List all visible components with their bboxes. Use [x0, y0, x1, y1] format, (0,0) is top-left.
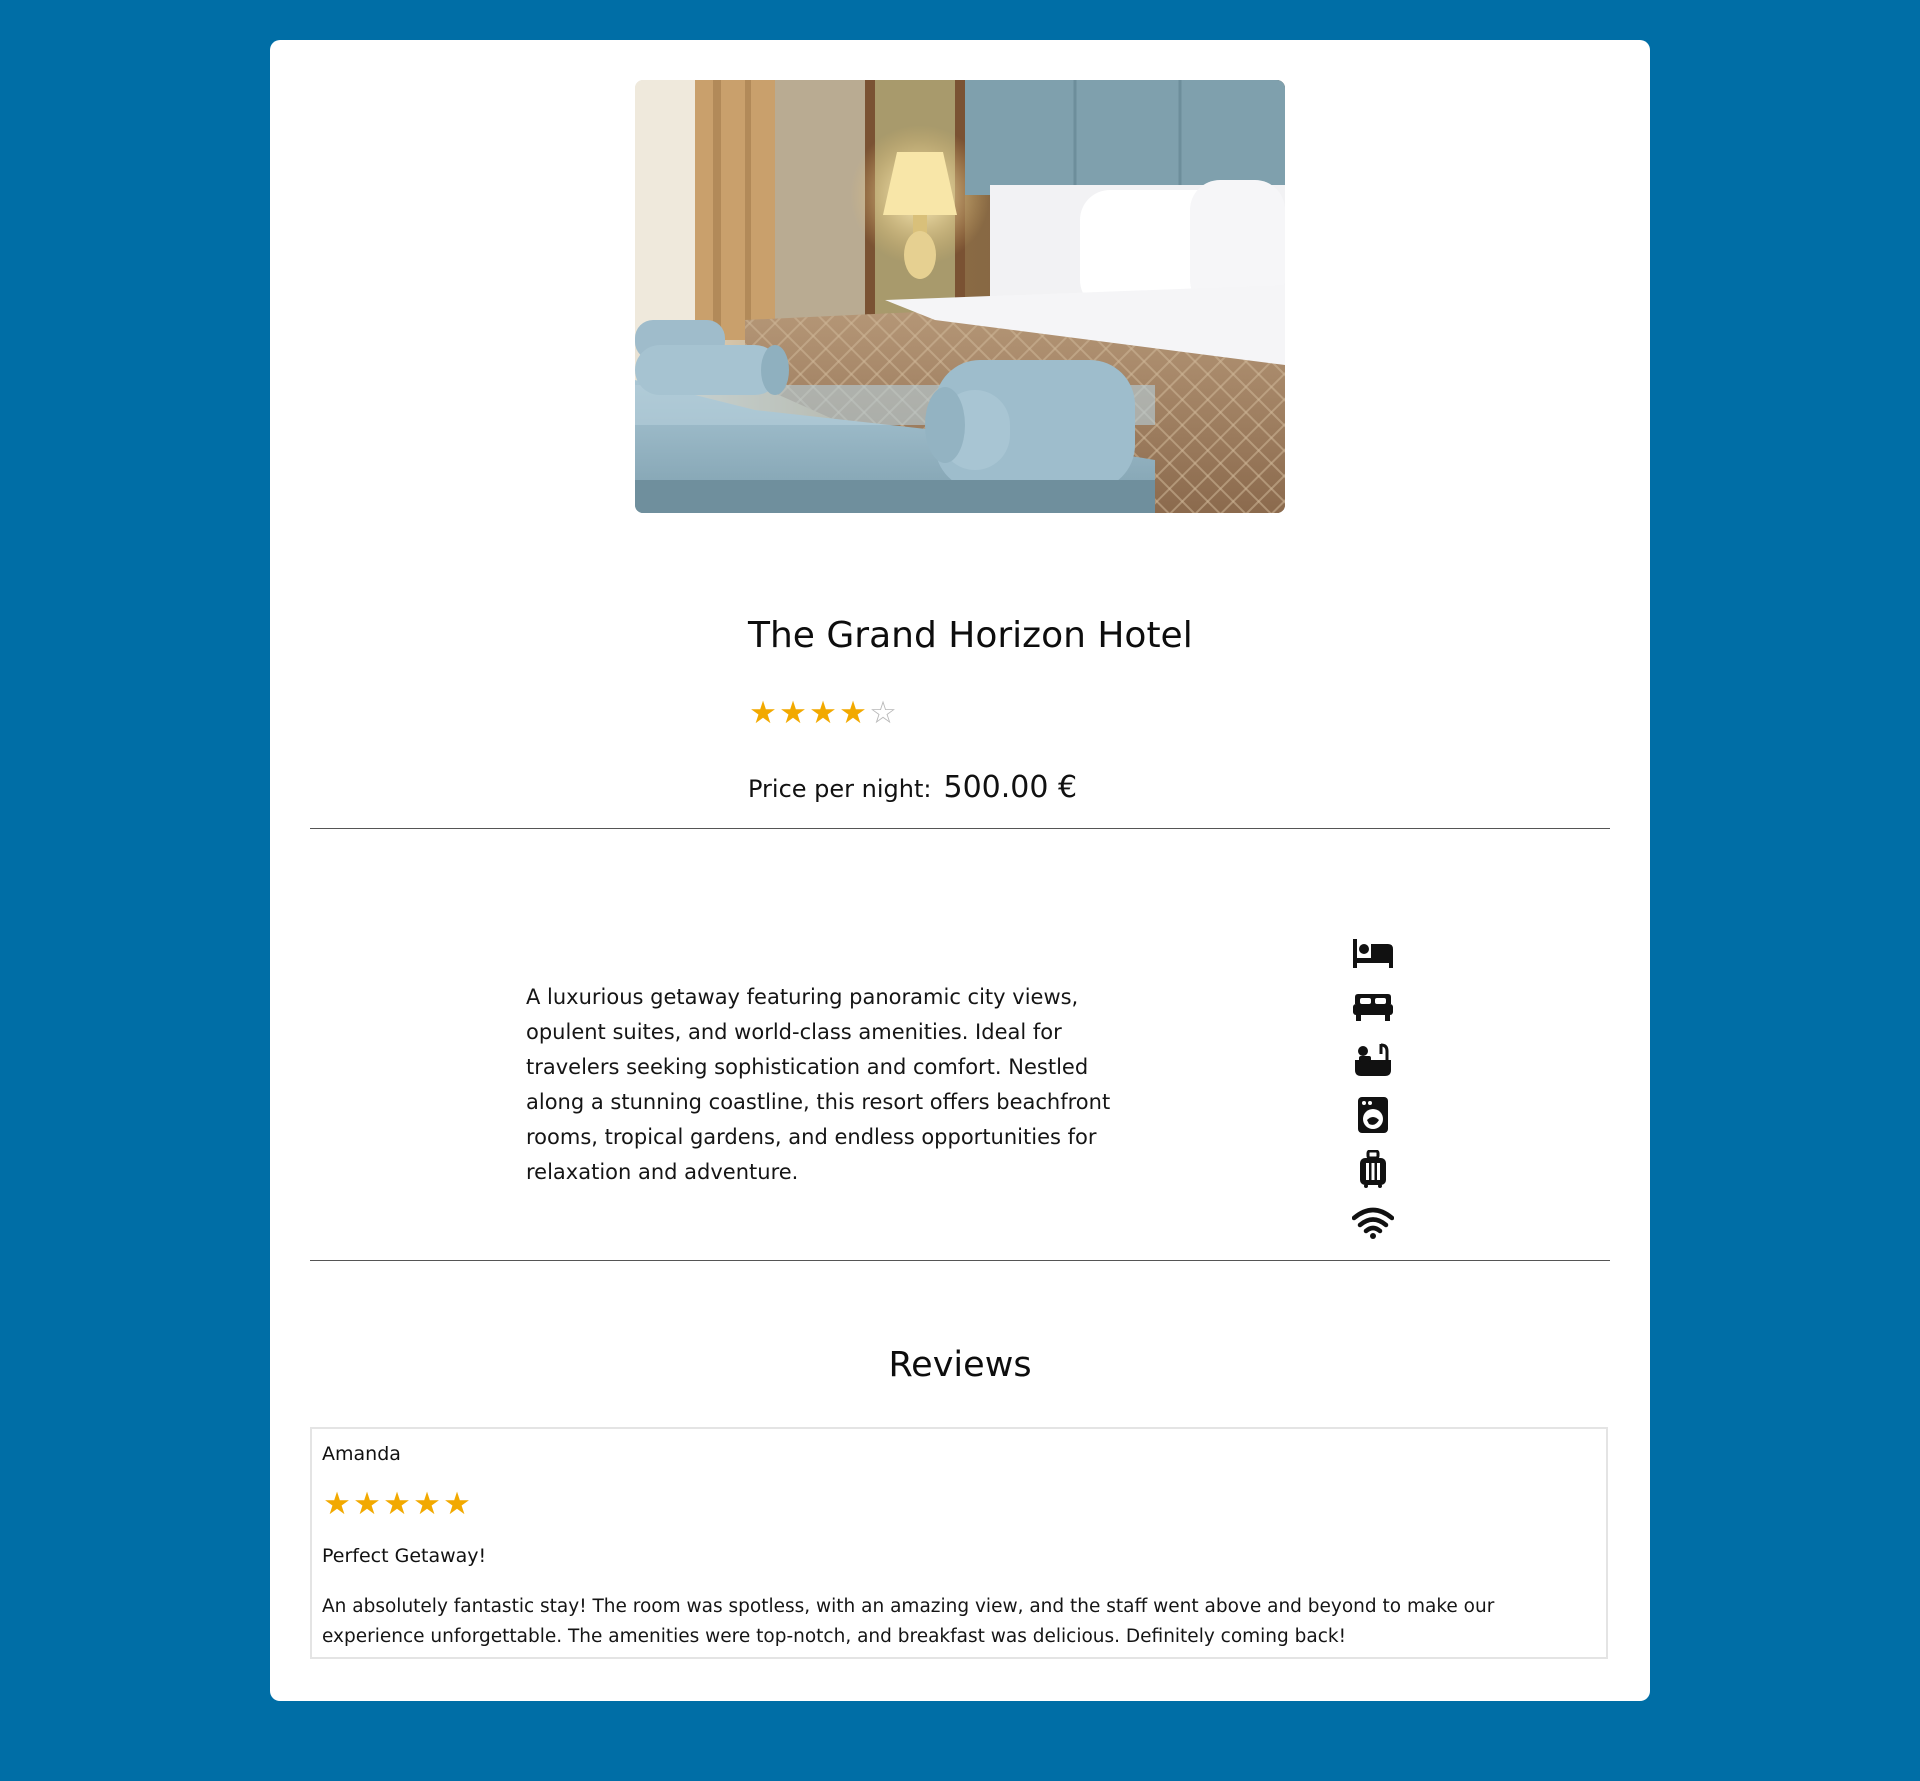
- washing-machine-icon: [1350, 1092, 1396, 1138]
- bathtub-icon: [1350, 1038, 1396, 1084]
- hotel-name: The Grand Horizon Hotel: [748, 615, 1193, 656]
- review-author: Amanda: [322, 1443, 401, 1465]
- price-row: Price per night: 500.00 €: [748, 770, 1077, 805]
- star-filled-icon: ★: [413, 1486, 441, 1522]
- star-filled-icon: ★: [839, 695, 867, 731]
- price-value: 500.00 €: [943, 770, 1078, 805]
- review-rating: ★ ★ ★ ★ ★: [322, 1489, 472, 1520]
- double-bed-icon: [1350, 984, 1396, 1030]
- star-filled-icon: ★: [383, 1486, 411, 1522]
- wifi-icon: [1350, 1200, 1396, 1246]
- hotel-description: A luxurious getaway featuring panoramic …: [526, 985, 1111, 1184]
- single-bed-icon: [1350, 930, 1396, 976]
- star-filled-icon: ★: [779, 695, 807, 731]
- section-divider: [310, 1260, 1610, 1261]
- luggage-icon: [1350, 1146, 1396, 1192]
- star-filled-icon: ★: [323, 1486, 351, 1522]
- amenities-list: [1350, 930, 1396, 1254]
- section-divider: [310, 828, 1610, 829]
- review-title: Perfect Getaway!: [322, 1545, 487, 1567]
- reviews-heading: Reviews: [888, 1345, 1032, 1385]
- review-card: Amanda ★ ★ ★ ★ ★ Perfect Getaway! An absolut…: [310, 1427, 1608, 1659]
- star-filled-icon: ★: [809, 695, 837, 731]
- star-empty-icon: ☆: [869, 695, 897, 731]
- star-filled-icon: ★: [749, 695, 777, 731]
- review-text: An absolutely fantastic stay! The room w…: [322, 1596, 1495, 1647]
- hotel-rating: ★ ★ ★ ★ ☆: [748, 698, 898, 729]
- price-label: Price per night:: [748, 775, 932, 803]
- star-filled-icon: ★: [353, 1486, 381, 1522]
- hotel-card: The Grand Horizon Hotel ★ ★ ★ ★ ☆ Price per …: [270, 40, 1650, 1701]
- star-filled-icon: ★: [443, 1486, 471, 1522]
- hotel-room-photo: [635, 80, 1285, 513]
